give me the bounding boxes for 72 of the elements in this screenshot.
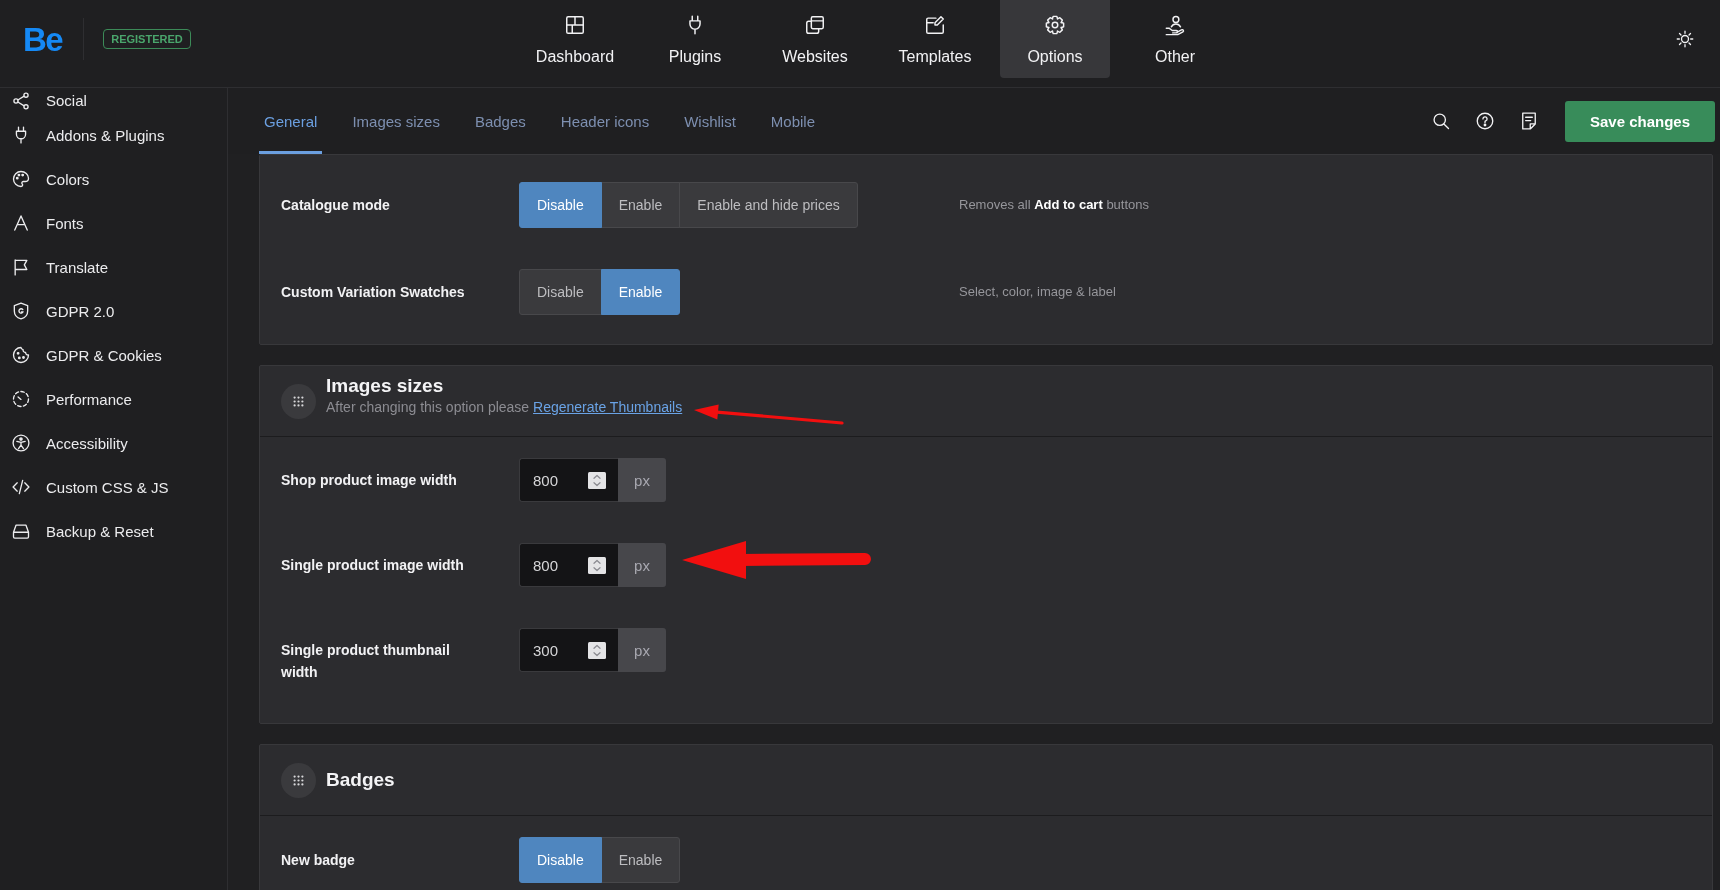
- unit-label: px: [618, 628, 666, 672]
- sidebar-item[interactable]: Colors: [0, 157, 227, 201]
- shield-icon: [11, 301, 31, 321]
- section-title: Badges: [326, 769, 395, 791]
- sidebar-item[interactable]: Accessibility: [0, 421, 227, 465]
- nav-item[interactable]: Websites: [760, 0, 870, 78]
- person-hand-icon: [1164, 14, 1186, 36]
- number-field[interactable]: 800: [519, 458, 618, 502]
- tab[interactable]: Images sizes: [347, 88, 445, 154]
- unit-label: px: [618, 458, 666, 502]
- tab[interactable]: Header icons: [555, 88, 655, 154]
- gear-icon: [1044, 14, 1066, 36]
- setting-label: Custom Variation Swatches: [281, 283, 466, 302]
- sun-icon[interactable]: [1675, 29, 1695, 49]
- sidebar-item[interactable]: Backup & Reset: [0, 509, 227, 553]
- sidebar-item[interactable]: Fonts: [0, 201, 227, 245]
- option-button[interactable]: Disable: [519, 269, 602, 315]
- number-field[interactable]: 800: [519, 543, 618, 587]
- dashboard-icon: [564, 14, 586, 36]
- nav-item[interactable]: Dashboard: [520, 0, 630, 78]
- stepper-icon[interactable]: [588, 472, 606, 489]
- stepper-icon[interactable]: [588, 557, 606, 574]
- tab[interactable]: Badges: [469, 88, 531, 154]
- share-icon: [11, 90, 31, 111]
- help-icon[interactable]: [1475, 111, 1495, 131]
- logo[interactable]: Be: [23, 22, 63, 56]
- sidebar-item[interactable]: Social: [0, 88, 227, 113]
- setting-description: Select, color, image & label: [959, 283, 1117, 301]
- sidebar-item[interactable]: Performance: [0, 377, 227, 421]
- setting-description: Removes all Add to cart buttons: [959, 196, 1151, 214]
- nav-item[interactable]: Templates: [880, 0, 990, 78]
- setting-label: Single product image width: [281, 556, 465, 575]
- option-button[interactable]: Disable: [519, 182, 602, 228]
- gauge-icon: [11, 389, 31, 409]
- sidebar-item[interactable]: Addons & Plugins: [0, 113, 227, 157]
- setting-label: Catalogue mode: [281, 196, 391, 215]
- code-icon: [11, 477, 31, 497]
- edit-window-icon: [924, 14, 946, 36]
- stepper-icon[interactable]: [588, 642, 606, 659]
- registration-badge: REGISTERED: [103, 29, 191, 49]
- section-hint: After changing this option please Regenerate Thumbnails: [326, 398, 683, 417]
- option-button[interactable]: Disable: [519, 837, 602, 883]
- section-title: Images sizes: [326, 375, 444, 397]
- option-button[interactable]: Enable: [600, 269, 681, 315]
- nav-item[interactable]: Options: [1000, 0, 1110, 78]
- setting-label: New badge: [281, 851, 356, 870]
- notes-icon[interactable]: [1519, 111, 1539, 131]
- font-icon: [11, 213, 31, 233]
- sidebar-item[interactable]: Translate: [0, 245, 227, 289]
- option-button[interactable]: Enable and hide prices: [679, 182, 858, 228]
- setting-label: Shop product image width: [281, 471, 458, 490]
- number-field[interactable]: 300: [519, 628, 618, 672]
- option-button[interactable]: Enable: [600, 837, 681, 883]
- tab[interactable]: Wishlist: [679, 88, 741, 154]
- option-button[interactable]: Enable: [600, 182, 681, 228]
- stacked-windows-icon: [804, 14, 826, 36]
- cookie-icon: [11, 345, 31, 365]
- tab[interactable]: Mobile: [765, 88, 821, 154]
- palette-icon: [11, 169, 31, 189]
- save-button[interactable]: Save changes: [1565, 100, 1715, 142]
- search-icon[interactable]: [1431, 111, 1451, 131]
- sidebar-item[interactable]: GDPR & Cookies: [0, 333, 227, 377]
- sidebar-item[interactable]: GDPR 2.0: [0, 289, 227, 333]
- setting-label: Single product thumbnail width: [281, 641, 451, 682]
- nav-item[interactable]: Other: [1120, 0, 1230, 78]
- nav-item[interactable]: Plugins: [640, 0, 750, 78]
- unit-label: px: [618, 543, 666, 587]
- accessibility-icon: [11, 433, 31, 453]
- drag-handle-icon[interactable]: [281, 762, 316, 798]
- text-link[interactable]: Regenerate Thumbnails: [533, 399, 683, 415]
- sidebar-item[interactable]: Custom CSS & JS: [0, 465, 227, 509]
- drag-handle-icon[interactable]: [281, 383, 316, 419]
